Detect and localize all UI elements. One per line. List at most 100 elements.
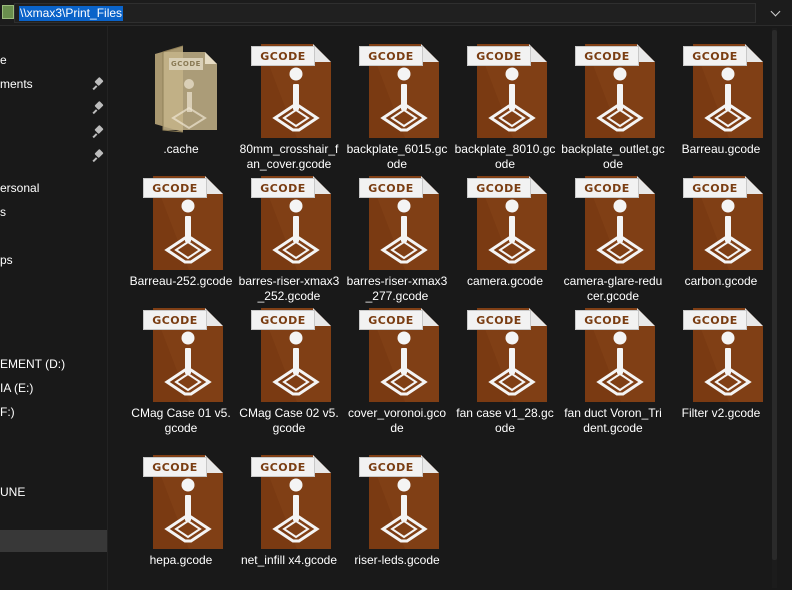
gcode-tag-label: GCODE xyxy=(575,178,639,198)
file-name-label: .cache xyxy=(163,142,199,156)
file-item[interactable]: GCODE fan case v1_28.gcode xyxy=(453,296,557,442)
gcode-file-icon: GCODE xyxy=(359,308,439,402)
sidebar-item-11[interactable]: UNE xyxy=(0,482,107,502)
gcode-tag-label: GCODE xyxy=(359,457,423,477)
address-history-dropdown[interactable] xyxy=(762,3,788,23)
file-item[interactable]: GCODE CMag Case 02 v5.gcode xyxy=(237,296,341,442)
file-item[interactable]: GCODE carbon.gcode xyxy=(669,164,773,310)
file-name-label: net_infill x4.gcode xyxy=(240,553,338,567)
sidebar-item-6[interactable]: s xyxy=(0,202,107,222)
sidebar-item-3[interactable] xyxy=(0,122,107,142)
gcode-tag-label: GCODE xyxy=(143,457,207,477)
gcode-file-icon: GCODE xyxy=(683,44,763,138)
gcode-file-icon: GCODE xyxy=(683,176,763,270)
file-item[interactable]: GCODE backplate_8010.gcode xyxy=(453,32,557,178)
sidebar-item-5[interactable]: ersonal xyxy=(0,178,107,198)
gcode-file-icon: GCODE xyxy=(467,44,547,138)
sidebar-item-label: IA (E:) xyxy=(0,381,34,395)
sidebar-item-label: EMENT (D:) xyxy=(0,357,66,371)
gcode-tag-label: GCODE xyxy=(467,46,531,66)
address-bar: \\xmax3\Print_Files xyxy=(0,0,792,26)
file-item[interactable]: GCODE Barreau-252.gcode xyxy=(129,164,233,310)
sidebar-item-7[interactable]: ps xyxy=(0,250,107,270)
file-name-label: Barreau.gcode xyxy=(681,142,761,156)
sidebar-item-selected[interactable] xyxy=(0,530,107,552)
folder-item[interactable]: GCODE .cache xyxy=(129,32,233,178)
file-name-label: fan duct Voron_Trident.gcode xyxy=(564,406,662,435)
gcode-file-icon: GCODE xyxy=(143,308,223,402)
gcode-tag-label: GCODE xyxy=(251,178,315,198)
address-path-text[interactable]: \\xmax3\Print_Files xyxy=(19,6,124,21)
pin-icon xyxy=(92,76,104,90)
gcode-file-icon: GCODE xyxy=(359,44,439,138)
file-list-view: GCODE .cache GCODE 80mm_crosshair_fan_cover… xyxy=(109,26,792,590)
gcode-file-icon: GCODE xyxy=(575,44,655,138)
gcode-tag-label: GCODE xyxy=(575,310,639,330)
gcode-file-icon: GCODE xyxy=(251,308,331,402)
gcode-tag-label: GCODE xyxy=(359,46,423,66)
folder-icon: GCODE xyxy=(149,44,223,138)
gcode-tag-label: GCODE xyxy=(467,178,531,198)
sidebar-item-label: ments xyxy=(0,77,33,91)
gcode-file-icon: GCODE xyxy=(467,308,547,402)
gcode-tag-label: GCODE xyxy=(143,310,207,330)
file-item[interactable]: GCODE Barreau.gcode xyxy=(669,32,773,178)
sidebar-item-label: s xyxy=(0,205,6,219)
gcode-tag-label: GCODE xyxy=(683,310,747,330)
pin-icon xyxy=(92,124,104,138)
file-name-label: Filter v2.gcode xyxy=(681,406,761,420)
gcode-tag-label: GCODE xyxy=(359,310,423,330)
file-name-label: camera.gcode xyxy=(466,274,544,288)
file-item[interactable]: GCODE camera.gcode xyxy=(453,164,557,310)
sidebar-item-0[interactable]: e xyxy=(0,50,107,70)
file-item[interactable]: GCODE net_infill x4.gcode xyxy=(237,443,341,589)
sidebar-item-1[interactable]: ments xyxy=(0,74,107,94)
gcode-tag-label: GCODE xyxy=(251,46,315,66)
gcode-file-icon: GCODE xyxy=(143,455,223,549)
file-item[interactable]: GCODE barres-riser-xmax3_252.gcode xyxy=(237,164,341,310)
gcode-file-icon: GCODE xyxy=(143,176,223,270)
gcode-tag-label: GCODE xyxy=(683,46,747,66)
network-folder-icon xyxy=(2,5,14,19)
gcode-file-icon: GCODE xyxy=(251,176,331,270)
scrollbar-thumb[interactable] xyxy=(772,30,777,560)
file-item[interactable]: GCODE riser-leds.gcode xyxy=(345,443,449,589)
sidebar-item-label: ps xyxy=(0,253,13,267)
navigation-pane: e ments ersonal s ps EMENT (D:) IA (E:) … xyxy=(0,26,108,590)
gcode-tag-label: GCODE xyxy=(251,310,315,330)
file-item[interactable]: GCODE fan duct Voron_Trident.gcode xyxy=(561,296,665,442)
file-item[interactable]: GCODE Filter v2.gcode xyxy=(669,296,773,442)
gcode-file-icon: GCODE xyxy=(251,455,331,549)
chevron-down-icon xyxy=(770,6,780,17)
file-item[interactable]: GCODE CMag Case 01 v5.gcode xyxy=(129,296,233,442)
gcode-tag-label: GCODE xyxy=(467,310,531,330)
file-item[interactable]: GCODE 80mm_crosshair_fan_cover.gcode xyxy=(237,32,341,178)
file-name-label: cover_voronoi.gcode xyxy=(347,406,447,435)
sidebar-item-drive-f[interactable]: F:) xyxy=(0,402,107,422)
gcode-tag-label: GCODE xyxy=(169,58,203,70)
sidebar-item-label: F:) xyxy=(0,405,15,419)
gcode-tag-label: GCODE xyxy=(143,178,207,198)
file-name-label: CMag Case 01 v5.gcode xyxy=(131,406,231,435)
gcode-file-icon: GCODE xyxy=(359,176,439,270)
sidebar-item-drive-d[interactable]: EMENT (D:) xyxy=(0,354,107,374)
file-item[interactable]: GCODE camera-glare-reducer.gcode xyxy=(561,164,665,310)
gcode-tag-label: GCODE xyxy=(683,178,747,198)
sidebar-item-4[interactable] xyxy=(0,146,107,166)
gcode-file-icon: GCODE xyxy=(467,176,547,270)
gcode-file-icon: GCODE xyxy=(575,176,655,270)
gcode-tag-label: GCODE xyxy=(575,46,639,66)
sidebar-item-label: e xyxy=(0,53,7,67)
file-item[interactable]: GCODE hepa.gcode xyxy=(129,443,233,589)
file-item[interactable]: GCODE barres-riser-xmax3_277.gcode xyxy=(345,164,449,310)
pin-icon xyxy=(92,148,104,162)
file-item[interactable]: GCODE cover_voronoi.gcode xyxy=(345,296,449,442)
sidebar-item-2[interactable] xyxy=(0,98,107,118)
file-item[interactable]: GCODE backplate_6015.gcode xyxy=(345,32,449,178)
file-name-label: carbon.gcode xyxy=(684,274,758,288)
sidebar-item-drive-e[interactable]: IA (E:) xyxy=(0,378,107,398)
file-item[interactable]: GCODE backplate_outlet.gcode xyxy=(561,32,665,178)
gcode-tag-label: GCODE xyxy=(251,457,315,477)
file-name-label: fan case v1_28.gcode xyxy=(456,406,554,435)
address-input[interactable]: \\xmax3\Print_Files xyxy=(14,3,756,23)
